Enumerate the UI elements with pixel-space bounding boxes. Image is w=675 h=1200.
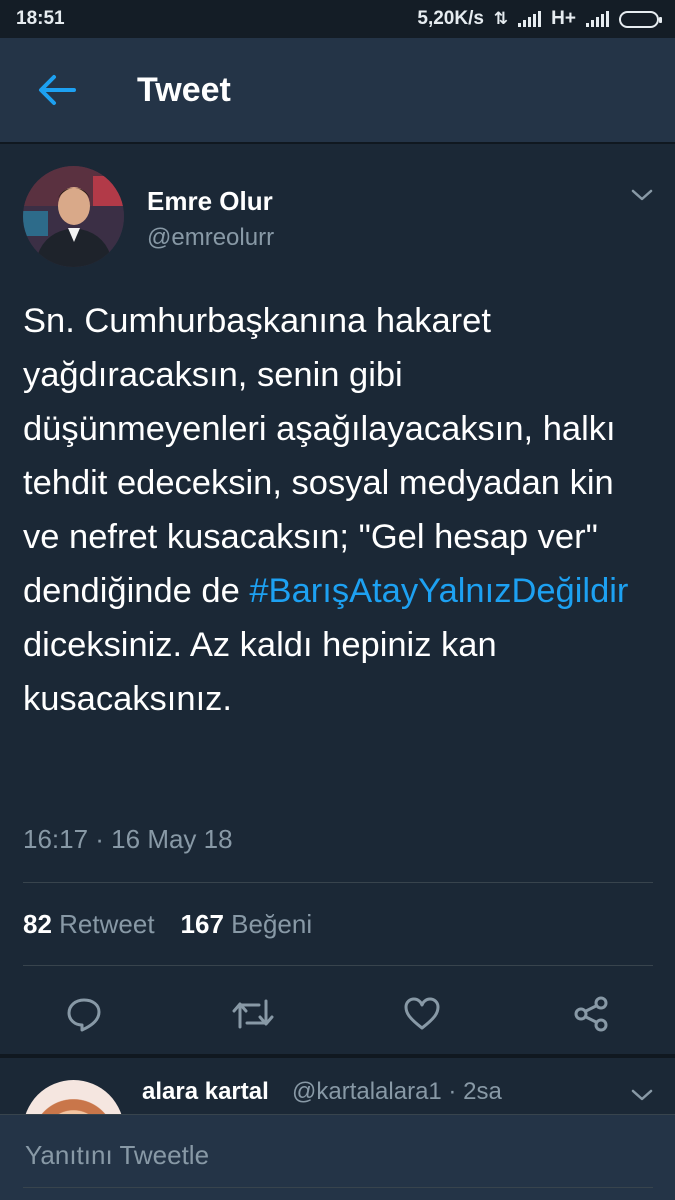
data-transfer-icon: ⇅ (493, 9, 509, 28)
author-avatar[interactable] (23, 166, 124, 267)
tweet-timestamp: 16:17 · 16 May 18 (23, 824, 233, 854)
tweet-text-part: Sn. Cumhurbaşkanına hakaret yağdıracaksı… (23, 302, 616, 610)
reply-author-handle-time: @kartalalara1 · 2sa (292, 1078, 502, 1105)
share-icon (574, 996, 608, 1032)
network-type: H+ (551, 8, 576, 29)
tweet-actions (0, 984, 675, 1044)
reply-button[interactable] (62, 992, 106, 1036)
battery-icon (619, 10, 662, 28)
reply-composer (0, 1114, 675, 1200)
signal-icon-secondary (586, 11, 609, 27)
divider (23, 965, 653, 966)
back-button[interactable] (29, 62, 85, 118)
hashtag-link[interactable]: #BarışAtayYalnızDeğildir (249, 572, 628, 610)
chevron-down-icon (631, 1089, 653, 1101)
status-time: 18:51 (16, 8, 65, 29)
tweet-text: Sn. Cumhurbaşkanına hakaret yağdıracaksı… (23, 294, 643, 726)
app-bar: Tweet (0, 38, 675, 144)
like-label: Beğeni (231, 909, 313, 939)
share-button[interactable] (569, 992, 613, 1036)
status-bar: 18:51 5,20K/s ⇅ H+ (0, 0, 675, 38)
retweet-label: Retweet (59, 909, 155, 939)
retweet-button[interactable] (231, 992, 275, 1036)
reply-author-avatar[interactable] (23, 1080, 124, 1114)
divider (23, 882, 653, 883)
tweet-menu-button[interactable] (629, 182, 655, 208)
reply-input[interactable] (23, 1129, 657, 1181)
signal-icon (518, 11, 542, 27)
avatar-image (23, 166, 124, 267)
reply-icon (67, 998, 101, 1032)
tweet-stats: 82 Retweet 167 Beğeni (23, 909, 312, 940)
reply-author-name[interactable]: alara kartal (142, 1078, 269, 1106)
like-button[interactable] (400, 992, 444, 1036)
composer-underline (23, 1187, 653, 1188)
tweet-text-part: diceksiniz. Az kaldı hepiniz kan kusacak… (23, 626, 497, 718)
retweet-icon (232, 999, 274, 1029)
author-handle[interactable]: @emreolurr (147, 224, 274, 252)
reply-menu-button[interactable] (629, 1082, 655, 1108)
retweet-stat[interactable]: 82 Retweet (23, 909, 155, 940)
author-name[interactable]: Emre Olur (147, 186, 273, 217)
network-speed: 5,20K/s (417, 8, 484, 29)
reply-tweet-preview[interactable]: alara kartal @kartalalara1 · 2sa (0, 1058, 675, 1114)
status-indicators: 5,20K/s ⇅ H+ (417, 8, 662, 30)
like-count: 167 (180, 909, 224, 939)
like-stat[interactable]: 167 Beğeni (181, 909, 313, 940)
back-arrow-icon (39, 75, 76, 105)
heart-icon (404, 997, 440, 1030)
chevron-down-icon (631, 189, 653, 201)
page-title: Tweet (137, 70, 231, 109)
retweet-count: 82 (23, 909, 52, 939)
